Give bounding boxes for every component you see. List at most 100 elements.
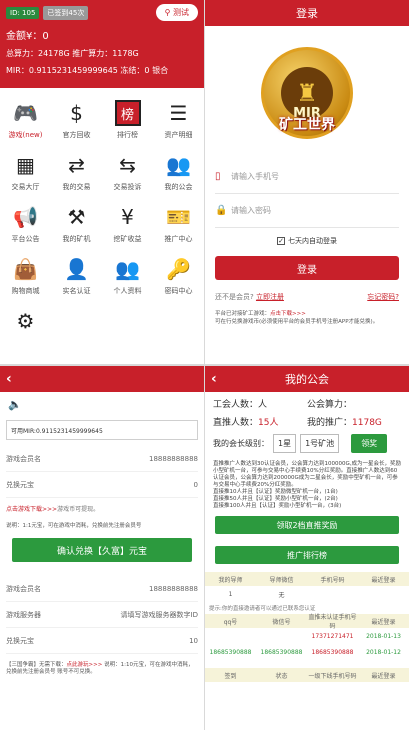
menu-item[interactable]: 🎫 推广中心 — [153, 198, 204, 250]
table-cell: 17371271471 — [311, 632, 354, 640]
register-link[interactable]: 立即注册 — [256, 293, 284, 301]
ranking-icon: 榜 — [114, 100, 141, 126]
table-cell: 2018-01-13 — [366, 632, 401, 640]
menu-item[interactable]: ⇆ 交易投诉 — [102, 146, 153, 198]
form-label: 兑换元宝 — [6, 480, 34, 489]
promo-label: 我的推广： — [307, 417, 353, 428]
mir-text: MIR：0.9115231459999645 冻结：0 银合 — [6, 66, 169, 75]
claim-button[interactable]: 领奖 — [351, 434, 388, 453]
settings-icon: ⚙ — [16, 309, 35, 333]
form-input[interactable]: 18888888888 — [149, 585, 198, 593]
menu-item[interactable]: 👜 购物商城 — [0, 250, 51, 302]
menu-item[interactable]: ¥ 挖矿收益 — [102, 198, 153, 250]
table-row: 17371271471 2018-01-13 — [205, 628, 409, 644]
forgot-password-link[interactable]: 忘记密码? — [367, 292, 399, 302]
menu-item[interactable]: ▦ 交易大厅 — [0, 146, 51, 198]
menu-item[interactable]: 榜排行榜 — [102, 94, 153, 146]
user-id-badge: ID: 105 — [6, 6, 40, 19]
remember-checkbox[interactable]: ✓ 七天内自动登录 — [205, 236, 409, 246]
shopping-bag-icon: 👜 — [13, 257, 38, 281]
form-label: 游戏会员名 — [6, 454, 41, 463]
menu-item[interactable]: ⚙ — [0, 302, 51, 354]
form-row: 兑换元宝 0 — [6, 472, 198, 498]
sign-in-badge[interactable]: 已签到45次 — [43, 5, 89, 20]
page-title: 我的公会 — [285, 373, 329, 386]
claim-direct-reward-button[interactable]: 领取2档直推奖励 — [215, 516, 399, 534]
phone-field[interactable]: ▯ 请输入手机号 — [215, 160, 399, 194]
play-link[interactable]: 点此游玩>>> — [67, 662, 103, 668]
form-input[interactable]: 请填写游戏服务器数字ID — [121, 610, 198, 620]
account-summary: ID: 105 已签到45次 ⚲ 测试 金额¥：0 总算力：24178G 推广算… — [0, 0, 204, 88]
menu-item-label: 推广中心 — [164, 235, 193, 243]
table-row: 18685390888 18685390888 18685390888 2018-01… — [205, 644, 409, 660]
table-cell: 18685390888 — [260, 648, 303, 656]
test-button[interactable]: ⚲ 测试 — [155, 4, 198, 21]
direct-label: 直推人数： — [213, 417, 259, 428]
menu-item-label: 个人资料 — [113, 287, 142, 295]
back-icon[interactable]: ‹ — [211, 371, 217, 387]
speaker-icon: 🔈 — [8, 398, 22, 411]
menu-item[interactable]: ⚒ 我的矿机 — [51, 198, 102, 250]
guild-stats-row1: 工会人数：人 公会算力： — [213, 396, 401, 410]
menu-item[interactable]: 🔑 密码中心 — [153, 250, 204, 302]
note2-text: 可在行兑换游戏币(必须使用平台的会员手机号注册APP才能兑换)。 — [215, 319, 379, 325]
guild-power-label: 公会算力： — [307, 399, 353, 410]
table-cell: 18685390888 — [311, 648, 354, 656]
menu-item-label: 资产明细 — [164, 131, 193, 139]
menu-item[interactable]: 👤 实名认证 — [51, 250, 102, 302]
exchange-form-top: 游戏会员名 18888888888 兑换元宝 0 — [0, 446, 204, 498]
exchange-panel: ‹ 🔈 可用MIR:0.9115231459999645 游戏会员名 188888… — [0, 366, 204, 730]
page-title: 登录 — [296, 7, 318, 20]
profile-icon: 👥 — [115, 257, 140, 281]
form-row: 游戏服务器 请填写游戏服务器数字ID — [6, 602, 198, 628]
form-input[interactable]: 10 — [189, 637, 198, 645]
promo-value: 1178G — [352, 417, 382, 428]
level-label: 我的会长级别： — [213, 439, 269, 448]
menu-item[interactable]: 👥 我的公会 — [153, 146, 204, 198]
remember-label: 七天内自动登录 — [288, 237, 337, 245]
menu-item-label: 实名认证 — [62, 287, 91, 295]
check-icon: ✓ — [277, 237, 285, 245]
login-button[interactable]: 登录 — [215, 256, 399, 280]
pool-select[interactable]: 1号矿池 — [300, 434, 340, 453]
game-download-link[interactable]: 点击游戏下载>>> — [6, 506, 57, 513]
download-text: 游戏币可提现。 — [57, 506, 100, 513]
table-cell: 签到 — [224, 672, 237, 680]
table-cell: 我的导师 — [218, 576, 243, 584]
menu-item[interactable]: ⇄ 我的交易 — [51, 146, 102, 198]
mir-balance-box: 可用MIR:0.9115231459999645 — [6, 420, 198, 440]
menu-item[interactable]: ☰ 资产明细 — [153, 94, 204, 146]
form-input[interactable]: 0 — [194, 481, 198, 489]
form-input[interactable]: 18888888888 — [149, 455, 198, 463]
menu-item[interactable]: $ 官方回收 — [51, 94, 102, 146]
guild-stats-row2: 直推人数：15人 我的推广：1178G — [213, 414, 401, 428]
register-row: 还不是会员? 立即注册 忘记密码? — [215, 292, 399, 302]
table-cell: 1 — [228, 590, 233, 598]
guild-count-label: 工会人数： — [213, 399, 259, 410]
power-text: 总算力：24178G 推广算力：1178G — [6, 49, 139, 58]
menu-item[interactable]: 🎮 游戏(new) — [0, 94, 51, 146]
table-cell: 最近登录 — [371, 576, 396, 584]
password-field[interactable]: 🔒 请输入密码 — [215, 194, 399, 228]
rule-text: 直接推50人并且【认证】奖励小型矿机一台，(2台) — [213, 496, 338, 502]
table-cell: 微信号 — [272, 618, 291, 626]
menu-item[interactable]: 👥 个人资料 — [102, 250, 153, 302]
download-link[interactable]: 点击下载>>> — [270, 311, 306, 317]
key-icon: 🔑 — [166, 257, 191, 281]
menu-grid: 🎮 游戏(new) $ 官方回收 榜排行榜 ☰ 资产明细 ▦ 交易大厅 ⇄ 我的交易 ⇆ 交易投诉 👥 我的… — [0, 88, 204, 354]
mir-logo: ♜ MIR 矿工世界 — [261, 47, 353, 139]
confirm-exchange-button[interactable]: 确认兑换【久富】元宝 — [12, 538, 192, 562]
table-cell: 直推未认证手机号码 — [308, 614, 357, 630]
table-cell: 手机号码 — [320, 576, 345, 584]
menu-item[interactable]: 📢 平台公告 — [0, 198, 51, 250]
table-row: 1无 — [205, 586, 409, 602]
promo-ranking-button[interactable]: 推广排行榜 — [215, 546, 399, 564]
login-panel: 登录 ♜ MIR 矿工世界 ▯ 请输入手机号 🔒 请输入密码 ✓ 七天内自动登录… — [205, 0, 409, 364]
back-icon[interactable]: ‹ — [6, 371, 12, 387]
guild-panel: ‹ 我的公会 工会人数：人 公会算力： 直推人数：15人 我的推广：1178G 我… — [205, 366, 409, 730]
level-number: 1星 — [273, 434, 297, 453]
table-cell: 无 — [278, 591, 285, 599]
table-cell: 导师微信 — [269, 576, 294, 584]
complaint-icon: ⇆ — [119, 153, 136, 177]
menu-item-label: 游戏(new) — [8, 131, 43, 139]
